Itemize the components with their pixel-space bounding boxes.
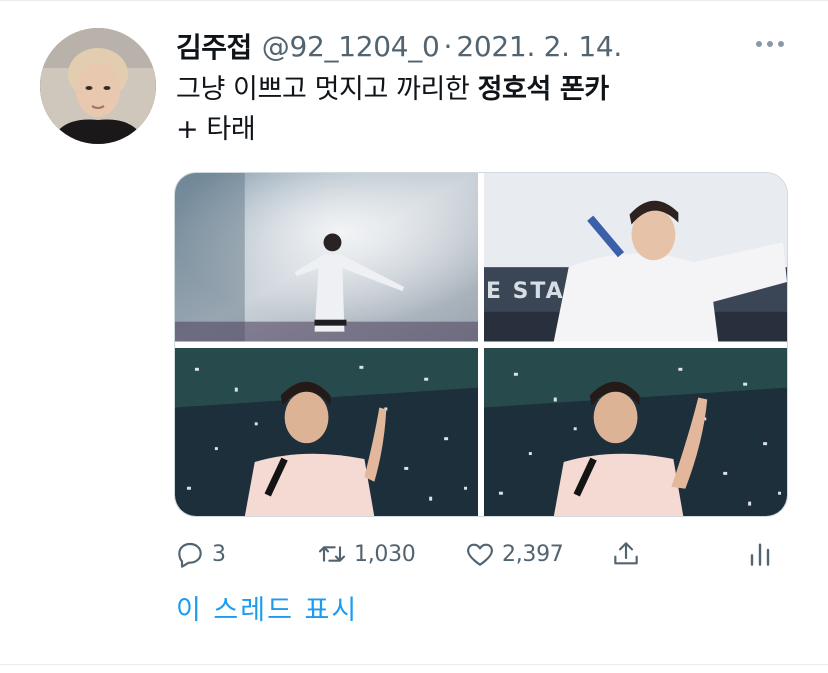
- more-dot: [778, 41, 784, 47]
- photo-1[interactable]: [175, 173, 478, 342]
- like-button[interactable]: 2,397: [464, 534, 564, 574]
- separator-dot: ·: [443, 29, 453, 63]
- media-grid: E STADIU: [174, 172, 788, 517]
- tweet-text-bold: 정호석 폰카: [477, 74, 610, 105]
- tweet-text: 그냥 이쁘고 멋지고 까리한 정호석 폰카 + 타래: [176, 70, 776, 150]
- top-divider: [0, 0, 828, 1]
- photo-2-image: E STADIU: [484, 173, 787, 342]
- photo-3[interactable]: [175, 347, 478, 516]
- reply-icon: [178, 542, 202, 568]
- bottom-divider: [0, 664, 828, 665]
- share-button[interactable]: [610, 534, 642, 574]
- photo-3-image: [175, 347, 478, 516]
- photo-4-image: [484, 347, 787, 516]
- tweet-header: 김주접 @92_1204_0 · 2021. 2. 14.: [176, 24, 622, 68]
- display-name[interactable]: 김주접: [176, 26, 252, 66]
- analytics-icon: [750, 543, 770, 566]
- photo-4[interactable]: [484, 347, 787, 516]
- more-dot: [756, 41, 762, 47]
- show-thread-link[interactable]: 이 스레드 표시: [176, 588, 358, 627]
- tweet-text-line2: + 타래: [176, 114, 256, 145]
- photo-2[interactable]: E STADIU: [484, 173, 787, 342]
- more-dot: [767, 41, 773, 47]
- heart-icon: [467, 543, 493, 566]
- like-count: 2,397: [502, 541, 564, 567]
- more-dots-icon[interactable]: [753, 34, 787, 54]
- reply-count: 3: [212, 541, 226, 567]
- avatar-image: [40, 28, 156, 144]
- photo-1-image: [175, 173, 478, 342]
- retweet-count: 1,030: [354, 541, 416, 567]
- tweet-actions: 3 1,030 2,397: [174, 534, 788, 574]
- retweet-button[interactable]: 1,030: [316, 534, 416, 574]
- user-handle[interactable]: @92_1204_0: [262, 30, 440, 63]
- avatar[interactable]: [40, 28, 156, 144]
- share-icon: [614, 542, 638, 565]
- tweet-date[interactable]: 2021. 2. 14.: [456, 30, 622, 63]
- retweet-icon: [318, 546, 346, 562]
- analytics-button[interactable]: [744, 534, 776, 574]
- tweet-text-plain: 그냥 이쁘고 멋지고 까리한: [176, 74, 478, 105]
- tweet-text-line1: 그냥 이쁘고 멋지고 까리한 정호석 폰카: [176, 70, 776, 110]
- reply-button[interactable]: 3: [174, 534, 226, 574]
